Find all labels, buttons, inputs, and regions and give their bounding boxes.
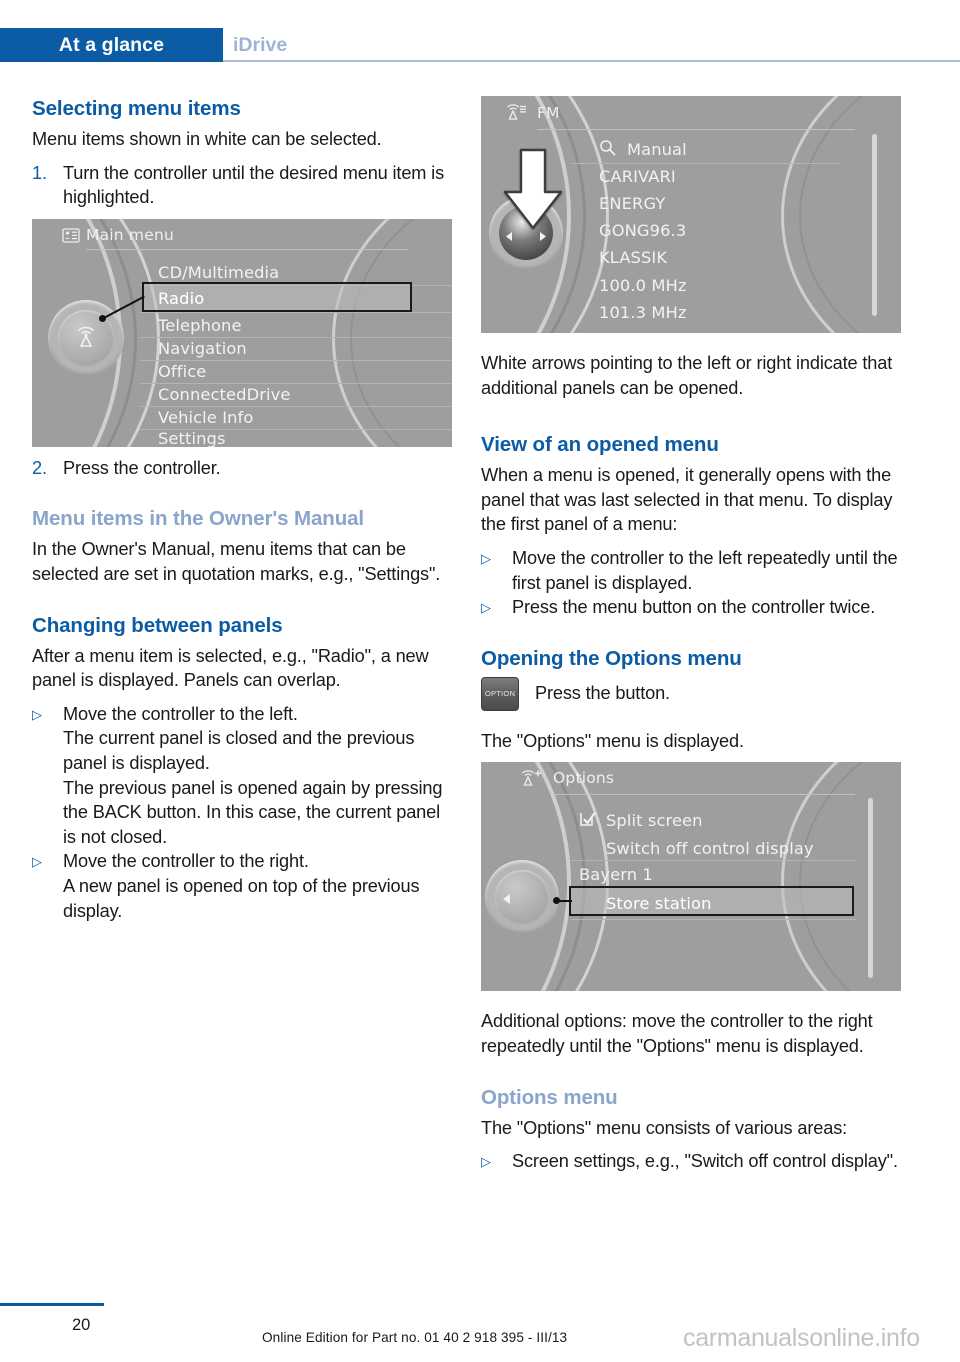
paragraph-additional-options: Additional options: move the controller …: [481, 1011, 873, 1056]
page-header: At a glance iDrive: [0, 28, 960, 62]
bullet-text: Move the controller to the right.: [63, 851, 309, 872]
menu-row[interactable]: Telephone: [158, 314, 452, 338]
station-row[interactable]: ENERGY: [599, 191, 859, 215]
option-row-store-station[interactable]: Store station: [606, 891, 856, 915]
list-item: 1. Turn the controller until the desired…: [32, 161, 452, 210]
scrollbar[interactable]: [868, 798, 873, 979]
search-icon: [599, 139, 617, 161]
row-divider: [571, 919, 856, 921]
row-divider: [571, 860, 856, 862]
paragraph-options-areas: The "Options" menu consists of various a…: [481, 1117, 848, 1138]
title-divider: [553, 794, 855, 796]
heading-view-of-opened-menu: View of an opened menu: [481, 433, 719, 457]
checkbox-checked-icon[interactable]: [579, 811, 597, 832]
bullet-list-panels: ▷ Move the controller to the left. The c…: [32, 702, 452, 923]
bullet-subtext: The previous panel is opened again by pr…: [63, 777, 443, 847]
heading-menu-items-owners-manual: Menu items in the Owner's Manual: [32, 507, 365, 531]
screen-title: Main menu: [86, 225, 175, 244]
bullet-subtext: The current panel is closed and the prev…: [63, 728, 415, 773]
paragraph-white-arrows: White arrows pointing to the left or rig…: [481, 353, 893, 398]
title-divider: [537, 129, 855, 130]
option-row-station-name: Bayern 1: [579, 864, 653, 884]
step-text: Press the controller.: [63, 457, 221, 478]
paragraph-opened-menu: When a menu is opened, it generally open…: [481, 465, 893, 535]
page-number: 20: [72, 1316, 91, 1334]
option-row-switch-off-display[interactable]: Switch off control display: [606, 836, 856, 860]
list-item: ▷ Move the controller to the right.: [32, 849, 452, 874]
paragraph-options-displayed: The "Options" menu is displayed.: [481, 730, 744, 751]
watermark: carmanualsonline.info: [683, 1324, 920, 1352]
triangle-bullet-icon: ▷: [32, 854, 42, 870]
menu-row[interactable]: ConnectedDrive: [158, 383, 452, 407]
menu-row[interactable]: Navigation: [158, 337, 452, 361]
triangle-bullet-icon: ▷: [32, 706, 42, 722]
step-text: Turn the controller until the desired me…: [63, 162, 445, 208]
station-row[interactable]: 101.3 MHz: [599, 300, 859, 324]
left-column: Selecting menu items Menu items shown in…: [32, 96, 452, 923]
idrive-main-menu-screenshot: Main menu CD/Multimedia Radio Radio Tele…: [32, 218, 452, 447]
menu-list-icon: [61, 228, 81, 243]
bullet-list-options-areas: ▷ Screen settings, e.g., "Switch off con…: [481, 1149, 901, 1174]
heading-options-menu: Options menu: [481, 1085, 618, 1109]
bullet-subtext: A new panel is opened on top of the prev…: [63, 875, 420, 921]
list-item: ▷ Move the controller to the left.: [32, 702, 452, 727]
bullet-text: Move the controller to the left repeated…: [512, 547, 898, 593]
triangle-bullet-icon: ▷: [481, 600, 491, 616]
leader-line: [556, 900, 572, 903]
bullet-list-opened-menu: ▷ Move the controller to the left repeat…: [481, 546, 901, 620]
triangle-bullet-icon: ▷: [481, 1154, 491, 1170]
option-press-text: Press the button.: [535, 683, 670, 704]
station-row[interactable]: KLASSIK: [599, 245, 859, 269]
screen-title: FM: [537, 104, 560, 122]
white-down-arrow-icon: [501, 148, 565, 236]
menu-row[interactable]: Settings: [158, 427, 452, 447]
station-row[interactable]: GONG96.3: [599, 218, 859, 242]
station-row[interactable]: 100.0 MHz: [599, 273, 859, 297]
row-divider: [140, 311, 452, 313]
intro-paragraph: Menu items shown in white can be selecte…: [32, 129, 382, 149]
header-divider: [223, 60, 960, 62]
radio-antenna-icon: [519, 770, 541, 786]
list-item: ▷ Screen settings, e.g., "Switch off con…: [481, 1149, 901, 1174]
list-item: ▷ Move the controller to the left repeat…: [481, 546, 901, 595]
option-button-row: OPTION Press the button.: [481, 676, 901, 711]
numbered-list-step-2: 2. Press the controller.: [32, 456, 452, 481]
station-row[interactable]: CARIVARI: [599, 164, 859, 188]
menu-row[interactable]: Office: [158, 360, 452, 384]
step-number: 1.: [32, 162, 47, 183]
step-number: 2.: [32, 457, 47, 478]
heading-selecting-menu-items: Selecting menu items: [32, 97, 241, 120]
numbered-list-step-1: 1. Turn the controller until the desired…: [32, 161, 452, 210]
tab-idrive[interactable]: iDrive: [233, 28, 287, 62]
footer-rule: [0, 1303, 104, 1306]
option-hardware-button[interactable]: OPTION: [481, 676, 519, 711]
screen-title: Options: [553, 769, 615, 788]
paragraph-owners-manual: In the Owner's Manual, menu items that c…: [32, 539, 441, 584]
search-manual-row[interactable]: Manual: [627, 137, 857, 161]
title-divider: [86, 248, 408, 250]
bullet-text: Move the controller to the left.: [63, 703, 298, 724]
paragraph-changing-panels: After a menu item is selected, e.g., "Ra…: [32, 645, 429, 691]
menu-row-highlighted-label[interactable]: Radio: [158, 287, 452, 311]
radio-antenna-icon: [503, 104, 526, 120]
list-item: 2. Press the controller.: [32, 456, 452, 481]
idrive-fm-screenshot: FM Manual CARIVARI ENERGY GONG96.3 KLASS…: [481, 96, 901, 333]
scrollbar[interactable]: [872, 134, 877, 316]
list-item: ▷ Press the menu button on the controlle…: [481, 595, 901, 620]
idrive-options-screenshot: Options Split screen Switch off control …: [481, 762, 901, 992]
bullet-text: Screen settings, e.g., "Switch off contr…: [512, 1151, 898, 1172]
heading-opening-options-menu: Opening the Options menu: [481, 646, 742, 670]
heading-changing-between-panels: Changing between panels: [32, 613, 283, 637]
triangle-bullet-icon: ▷: [481, 550, 491, 566]
bullet-text: Press the menu button on the controller …: [512, 597, 876, 618]
radio-antenna-icon: [72, 324, 100, 356]
footer-edition-text: Online Edition for Part no. 01 40 2 918 …: [262, 1330, 568, 1345]
tab-at-a-glance[interactable]: At a glance: [0, 28, 223, 62]
right-column: FM Manual CARIVARI ENERGY GONG96.3 KLASS…: [481, 96, 901, 1174]
left-arrow-icon: [501, 890, 512, 909]
option-row-split-screen[interactable]: Split screen: [606, 808, 856, 832]
